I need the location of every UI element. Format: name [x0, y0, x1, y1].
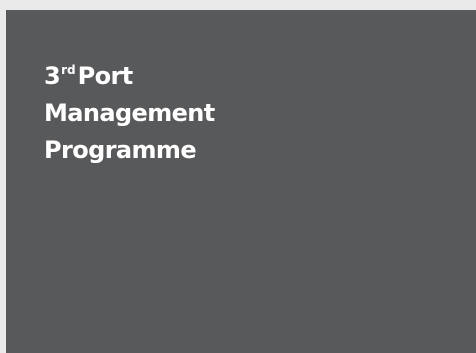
title-word-port: Port — [77, 62, 134, 90]
title-ordinal-number: 3 — [44, 62, 61, 90]
title-ordinal-suffix: rd — [61, 63, 76, 78]
programme-title: 3rdPort Management Programme — [44, 58, 215, 169]
title-line-1: 3rdPort — [44, 58, 215, 95]
title-line-2: Management — [44, 99, 215, 127]
programme-card[interactable]: 3rdPort Management Programme — [6, 10, 476, 353]
title-line-3: Programme — [44, 136, 197, 164]
